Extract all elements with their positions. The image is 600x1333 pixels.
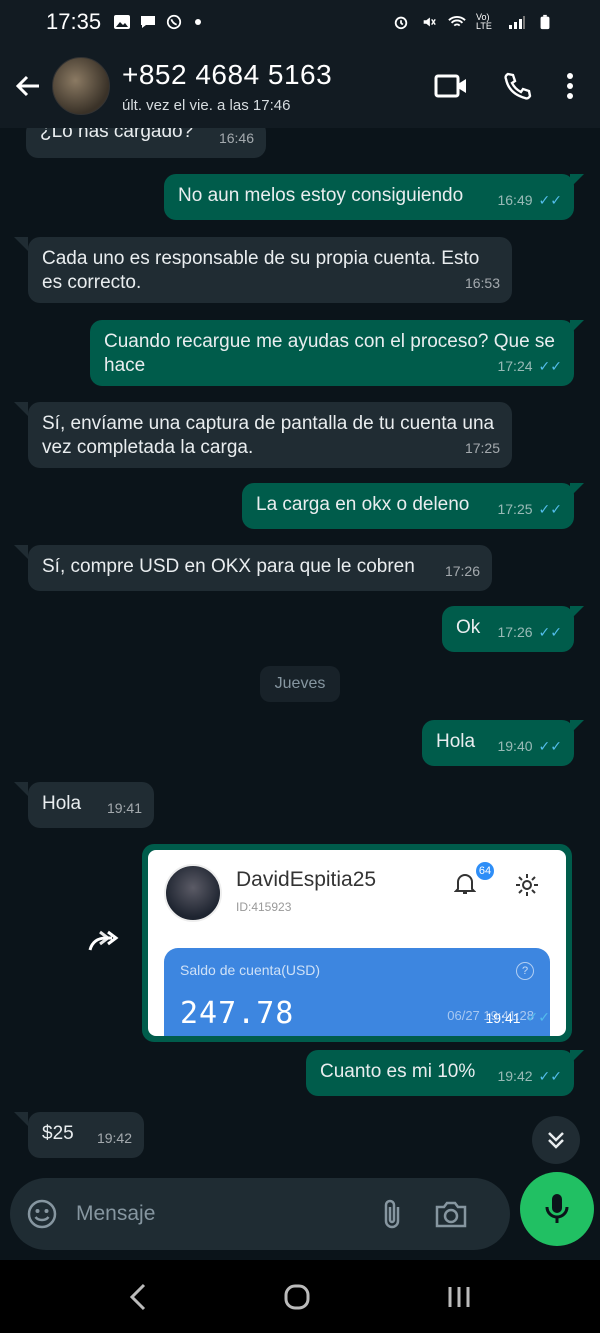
notification-dot <box>195 19 202 25</box>
system-recents-icon[interactable] <box>446 1285 472 1309</box>
balance-label: Saldo de cuenta(USD) <box>180 962 321 978</box>
message-outgoing[interactable]: Ok 17:26 ✓✓ <box>442 606 574 652</box>
image-message[interactable]: DavidEspitia25 ID:415923 64 Saldo de cue… <box>142 844 572 1042</box>
arrow-left-icon <box>15 75 39 97</box>
whatsapp-icon <box>166 14 182 30</box>
notification-badge: 64 <box>476 862 494 880</box>
gallery-icon <box>114 15 131 29</box>
more-options-icon[interactable] <box>566 72 574 100</box>
read-ticks-icon: ✓✓ <box>538 624 562 640</box>
message-incoming[interactable]: Sí, envíame una captura de pantalla de t… <box>28 402 512 468</box>
read-ticks-icon: ✓✓ <box>538 192 562 208</box>
message-outgoing[interactable]: No aun melos estoy consiguiendo 16:49 ✓✓ <box>164 174 574 220</box>
chat-messages[interactable]: ¿Lo has cargado? 16:46 No aun melos esto… <box>0 128 600 1178</box>
account-avatar <box>164 864 222 922</box>
forward-icon[interactable] <box>86 926 122 956</box>
system-back-icon[interactable] <box>128 1282 148 1312</box>
voice-message-button[interactable] <box>520 1172 594 1246</box>
phone-icon[interactable] <box>502 71 532 101</box>
account-username: DavidEspitia25 <box>236 868 377 891</box>
read-ticks-icon: ✓✓ <box>538 501 562 517</box>
message-incoming[interactable]: $25 19:42 <box>28 1112 144 1158</box>
contact-avatar[interactable] <box>52 57 110 115</box>
contact-name: +852 4684 5163 <box>122 58 333 90</box>
message-outgoing[interactable]: Hola 19:40 ✓✓ <box>422 720 574 766</box>
read-ticks-icon: ✓✓ <box>538 1068 562 1084</box>
message-incoming[interactable]: Sí, compre USD en OKX para que le cobren… <box>28 545 492 591</box>
status-bar: 17:35 Vo) LTE <box>0 0 600 44</box>
camera-icon[interactable] <box>434 1199 468 1229</box>
system-navigation-bar <box>0 1260 600 1333</box>
chat-header: +852 4684 5163 últ. vez el vie. a las 17… <box>0 44 600 128</box>
balance-value: 247.78 <box>180 996 295 1031</box>
read-ticks-icon: ✓✓ <box>526 1009 550 1025</box>
back-button[interactable] <box>6 64 50 108</box>
help-icon: ? <box>516 962 534 980</box>
screenshot-image[interactable]: DavidEspitia25 ID:415923 64 Saldo de cue… <box>148 850 566 1036</box>
read-ticks-icon: ✓✓ <box>538 358 562 374</box>
bell-icon <box>454 874 476 894</box>
account-id: ID:415923 <box>236 900 292 914</box>
message-composer <box>10 1178 510 1250</box>
system-home-icon[interactable] <box>283 1283 311 1311</box>
message-incoming[interactable]: ¿Lo has cargado? 16:46 <box>26 128 266 158</box>
double-chevron-down-icon <box>548 1132 564 1149</box>
message-outgoing[interactable]: La carga en okx o deleno 17:25 ✓✓ <box>242 483 574 529</box>
message-input[interactable] <box>76 1202 366 1226</box>
network-label: Vo) LTE <box>476 12 492 31</box>
read-ticks-icon: ✓✓ <box>538 738 562 754</box>
gear-icon <box>516 874 538 896</box>
attach-icon[interactable] <box>380 1197 404 1231</box>
chat-icon <box>141 16 156 28</box>
contact-info[interactable]: +852 4684 5163 últ. vez el vie. a las 17… <box>122 59 332 114</box>
alarm-icon <box>394 16 408 30</box>
scroll-to-bottom-button[interactable] <box>532 1116 580 1164</box>
microphone-icon <box>545 1194 569 1223</box>
emoji-icon[interactable] <box>26 1198 58 1230</box>
day-separator: Jueves <box>260 666 340 702</box>
battery-icon <box>540 14 550 30</box>
wifi-icon <box>448 16 466 27</box>
last-seen: últ. vez el vie. a las 17:46 <box>122 96 291 114</box>
video-call-icon[interactable] <box>434 72 468 100</box>
signal-icon <box>509 16 525 29</box>
status-time: 17:35 <box>46 9 102 34</box>
message-outgoing[interactable]: Cuando recargue me ayudas con el proceso… <box>90 320 574 386</box>
message-outgoing[interactable]: Cuanto es mi 10% 19:42 ✓✓ <box>306 1050 574 1096</box>
message-incoming[interactable]: Hola 19:41 <box>28 782 154 828</box>
mute-icon <box>423 17 436 27</box>
message-incoming[interactable]: Cada uno es responsable de su propia cue… <box>28 237 512 303</box>
